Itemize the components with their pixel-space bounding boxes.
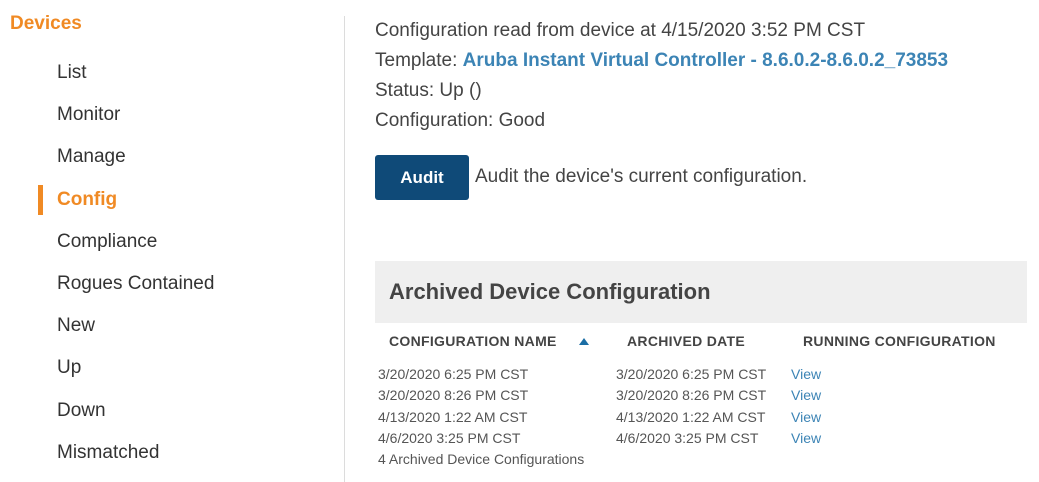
configuration-name-cell: 3/20/2020 6:25 PM CST — [378, 366, 529, 382]
sidebar-item-monitor[interactable]: Monitor — [0, 94, 214, 136]
view-link[interactable]: View — [791, 430, 821, 446]
view-link[interactable]: View — [791, 366, 821, 382]
sidebar-nav: List Monitor Manage Config Compliance Ro… — [0, 52, 214, 474]
template-line: Template: Aruba Instant Virtual Controll… — [375, 50, 948, 72]
archive-title: Archived Device Configuration — [389, 279, 711, 304]
audit-description: Audit the device's current configuration… — [475, 166, 808, 187]
sidebar: Devices List Monitor Manage Config Compl… — [0, 0, 344, 481]
sidebar-item-config[interactable]: Config — [0, 179, 214, 221]
archived-date-cell: 3/20/2020 6:25 PM CST — [616, 366, 767, 382]
configuration-name-cell: 3/20/2020 8:26 PM CST — [378, 387, 529, 404]
sidebar-item-manage[interactable]: Manage — [0, 136, 214, 178]
sidebar-title: Devices — [10, 13, 82, 34]
configuration-name-cell: 4/6/2020 3:25 PM CST — [378, 429, 521, 446]
column-header-running-configuration: RUNNING CONFIGURATION — [803, 333, 996, 349]
archive-count-text: 4 Archived Device Configurations — [378, 451, 585, 467]
sidebar-item-compliance[interactable]: Compliance — [0, 221, 214, 263]
sidebar-item-rogues-contained[interactable]: Rogues Contained — [0, 263, 214, 305]
view-link[interactable]: View — [791, 409, 821, 425]
configuration-name-cell: 4/13/2020 1:22 AM CST — [378, 408, 528, 425]
sidebar-item-mismatched[interactable]: Mismatched — [0, 432, 214, 474]
archived-date-cell: 3/20/2020 8:26 PM CST — [616, 387, 767, 404]
sidebar-divider — [344, 16, 345, 482]
config-read-text: Configuration read from device at 4/15/2… — [375, 20, 866, 41]
template-link[interactable]: Aruba Instant Virtual Controller - 8.6.0… — [463, 50, 948, 71]
archived-date-cell: 4/6/2020 3:25 PM CST — [616, 429, 759, 446]
archived-date-cell: 4/13/2020 1:22 AM CST — [616, 408, 766, 425]
sidebar-item-new[interactable]: New — [0, 305, 214, 347]
sidebar-item-up[interactable]: Up — [0, 347, 214, 389]
column-header-configuration-name[interactable]: CONFIGURATION NAME — [389, 333, 557, 349]
sort-ascending-icon[interactable] — [579, 338, 589, 345]
configuration-status-text: Configuration: Good — [375, 110, 546, 131]
archive-panel-header: Archived Device Configuration — [375, 261, 1027, 323]
template-label: Template: — [375, 50, 458, 71]
audit-button[interactable]: Audit — [375, 155, 469, 200]
column-header-archived-date[interactable]: ARCHIVED DATE — [627, 333, 745, 349]
status-text: Status: Up () — [375, 80, 482, 101]
sidebar-item-list[interactable]: List — [0, 52, 214, 94]
sidebar-item-down[interactable]: Down — [0, 390, 214, 432]
view-link[interactable]: View — [791, 387, 821, 403]
